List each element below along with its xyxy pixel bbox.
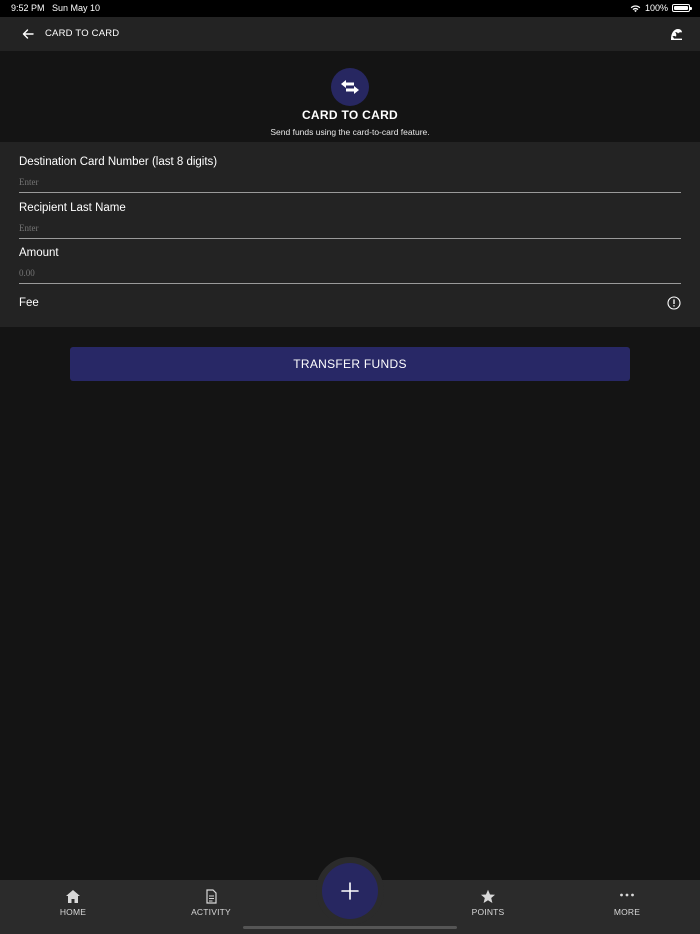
home-indicator: [243, 926, 457, 929]
recipient-last-name-underline: [19, 238, 681, 239]
status-date: Sun May 10: [52, 3, 101, 13]
status-bar: 9:52 PM Sun May 10 100%: [0, 0, 700, 17]
home-icon: [66, 890, 80, 903]
status-right: 100%: [630, 3, 692, 13]
tab-more[interactable]: MORE: [582, 880, 672, 934]
page-subtitle: Send funds using the card-to-card featur…: [270, 127, 430, 137]
tab-more-label: MORE: [613, 907, 641, 917]
tab-points-label: POINTS: [471, 907, 505, 917]
plus-icon: [341, 882, 359, 900]
add-fab-button[interactable]: [322, 863, 378, 919]
page-header: CARD TO CARD Send funds using the card-t…: [0, 51, 700, 142]
battery-percentage: 100%: [644, 3, 668, 13]
nav-title: CARD TO CARD: [45, 28, 120, 39]
more-dots-icon: [620, 893, 634, 897]
amount-label: Amount: [19, 247, 59, 259]
battery-icon: [672, 4, 692, 12]
taco-bell-logo-icon: [671, 29, 682, 40]
screen: 9:52 PM Sun May 10 100% CARD TO CARD CAR…: [0, 0, 700, 934]
tab-activity-label: ACTIVITY: [191, 907, 231, 917]
top-nav: CARD TO CARD: [0, 17, 700, 51]
amount-underline: [19, 283, 681, 284]
amount-input[interactable]: [19, 266, 681, 280]
amount-field: Amount: [19, 247, 681, 284]
tab-home[interactable]: HOME: [28, 880, 118, 934]
page-title: CARD TO CARD: [301, 108, 399, 122]
destination-card-label: Destination Card Number (last 8 digits): [19, 156, 218, 168]
transfer-form: Destination Card Number (last 8 digits) …: [0, 142, 700, 327]
fee-row: Fee: [19, 296, 681, 314]
destination-card-input[interactable]: [19, 175, 681, 189]
star-icon: [481, 889, 495, 903]
tab-home-label: HOME: [59, 907, 87, 917]
transfer-funds-button[interactable]: TRANSFER FUNDS: [70, 347, 630, 381]
transfer-icon-circle: [331, 68, 369, 106]
info-icon[interactable]: [667, 296, 681, 310]
fee-label: Fee: [19, 297, 39, 309]
destination-card-underline: [19, 192, 681, 193]
recipient-last-name-label: Recipient Last Name: [19, 202, 126, 214]
recipient-last-name-input[interactable]: [19, 221, 681, 235]
transfer-arrows-icon: [341, 80, 359, 94]
document-icon: [206, 889, 217, 904]
recipient-last-name-field: Recipient Last Name: [19, 202, 681, 239]
wifi-icon: [630, 4, 641, 12]
back-arrow-icon[interactable]: [20, 26, 36, 42]
destination-card-field: Destination Card Number (last 8 digits): [19, 156, 681, 193]
status-time: 9:52 PM: [11, 3, 45, 13]
